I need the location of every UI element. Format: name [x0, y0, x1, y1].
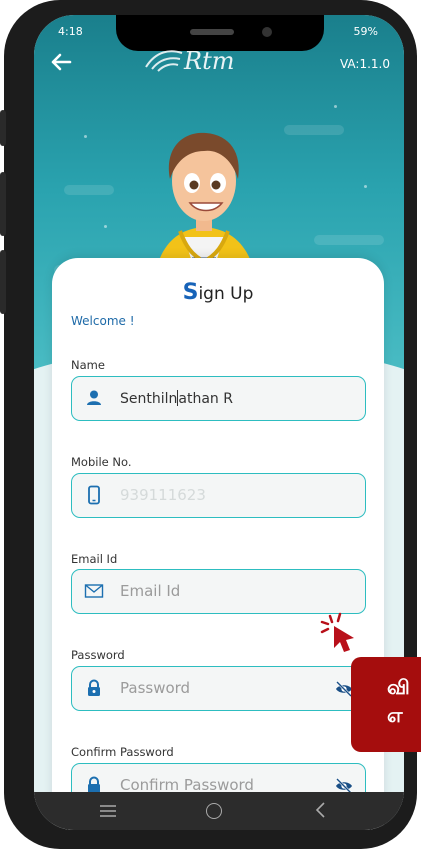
signup-card: Sign Up Welcome ! Name Senthilnathan R M… — [52, 258, 384, 830]
title-rest: ign Up — [198, 284, 254, 304]
tamil-banner-line1: வி — [387, 675, 410, 699]
name-label: Name — [71, 358, 105, 372]
nav-home-icon[interactable] — [206, 803, 222, 819]
nav-menu-icon[interactable] — [98, 805, 118, 817]
system-nav-bar — [34, 792, 404, 830]
app-screen: 4:18 59% Rtm VA:1.1.0 Sign Up Welcome ! … — [34, 15, 404, 830]
confirm-password-label: Confirm Password — [71, 745, 174, 759]
phone-volume-down — [0, 250, 6, 314]
version-label: VA:1.1.0 — [339, 57, 390, 71]
back-arrow-icon[interactable] — [48, 49, 78, 79]
app-logo: Rtm — [144, 47, 264, 87]
name-value-part1: Senthiln — [120, 391, 178, 407]
tamil-banner-line2: எ — [387, 703, 403, 727]
person-icon — [87, 390, 101, 405]
name-field[interactable]: Senthilnathan R — [71, 376, 366, 421]
mobile-value: 939111623 — [120, 486, 206, 504]
phone-icon — [88, 485, 100, 505]
page-title: Sign Up — [52, 280, 384, 305]
password-placeholder: Password — [120, 679, 191, 697]
email-field[interactable]: Email Id — [71, 569, 366, 614]
status-time: 4:18 — [58, 25, 83, 38]
status-battery: 59% — [353, 25, 378, 38]
tamil-banner: வி எ — [351, 657, 421, 752]
name-value: Senthilnathan R — [120, 390, 233, 407]
title-first-letter: S — [182, 280, 199, 305]
lock-icon — [88, 679, 100, 696]
email-placeholder: Email Id — [120, 582, 181, 600]
phone-side-button — [0, 110, 6, 146]
mobile-label: Mobile No. — [71, 455, 132, 469]
phone-volume-up — [0, 172, 6, 236]
password-label: Password — [71, 648, 125, 662]
welcome-text: Welcome ! — [71, 314, 135, 328]
mobile-field[interactable]: 939111623 — [71, 473, 366, 518]
nav-back-icon[interactable] — [314, 800, 328, 825]
password-field[interactable]: Password — [71, 666, 366, 711]
status-bar: 4:18 59% — [34, 25, 404, 43]
email-label: Email Id — [71, 552, 118, 566]
logo-text: Rtm — [184, 47, 235, 75]
tap-hint-icon — [320, 612, 354, 652]
mail-icon — [84, 584, 104, 598]
name-value-part2: athan R — [178, 391, 233, 407]
